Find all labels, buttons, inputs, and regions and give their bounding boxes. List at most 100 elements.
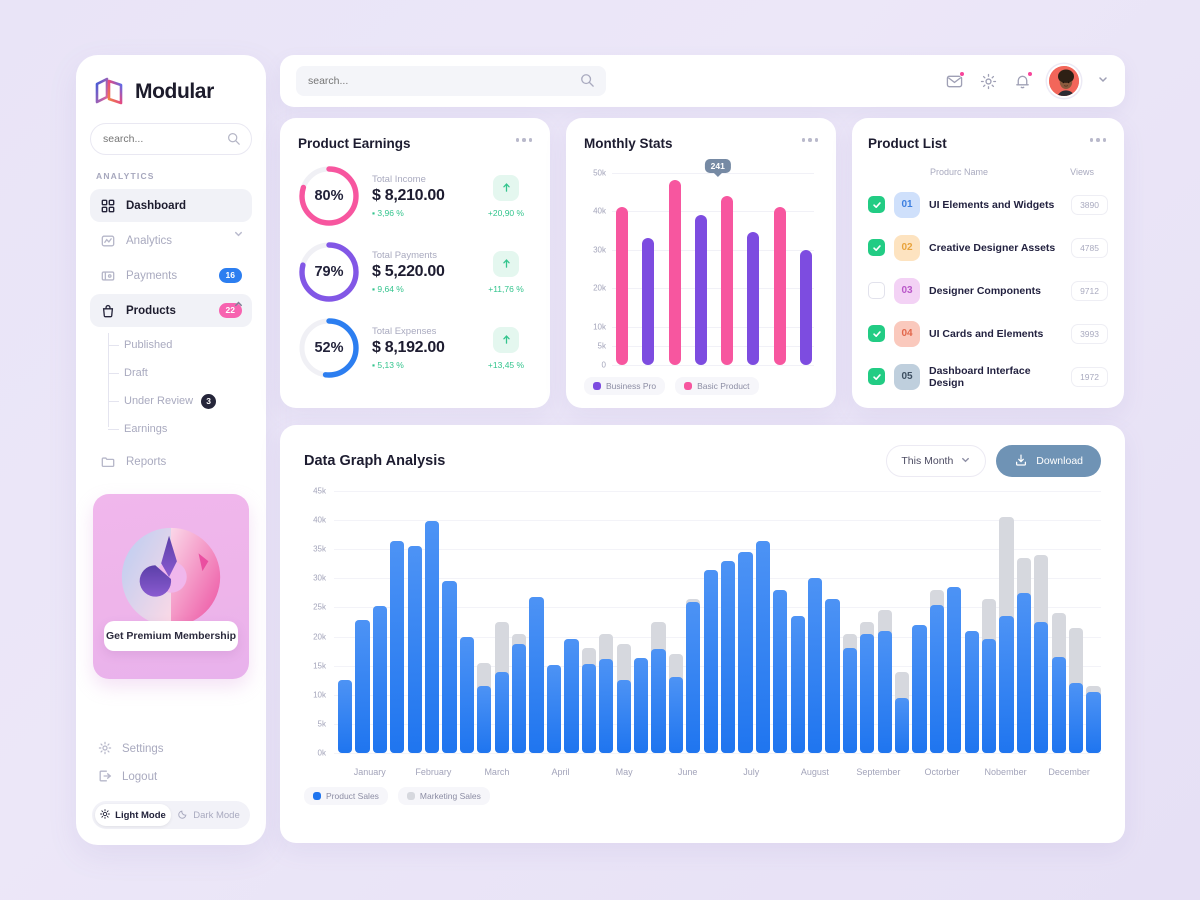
row-checkbox[interactable] — [868, 368, 885, 385]
bar-column[interactable] — [895, 491, 910, 753]
get-premium-button[interactable]: Get Premium Membership — [104, 621, 238, 651]
bar-column[interactable] — [982, 491, 997, 753]
subnav-item-published[interactable]: Published — [108, 331, 252, 359]
bar-column[interactable] — [599, 491, 614, 753]
sidebar-item-analytics[interactable]: Analytics — [90, 224, 252, 257]
bar-column[interactable] — [686, 491, 701, 753]
bar[interactable] — [668, 180, 681, 365]
more-options-icon[interactable] — [515, 138, 532, 142]
global-search-input[interactable] — [308, 75, 594, 87]
bar-column[interactable] — [947, 491, 962, 753]
bar-column[interactable] — [929, 491, 945, 753]
period-select[interactable]: This Month — [886, 445, 987, 477]
bar[interactable] — [799, 249, 812, 365]
user-avatar[interactable] — [1047, 64, 1081, 98]
bar[interactable] — [694, 215, 707, 365]
y-axis-tick: 30k — [593, 245, 606, 255]
bar-column[interactable] — [512, 491, 527, 753]
table-row[interactable]: 03 Designer Components 9712 — [868, 269, 1108, 312]
bar-column[interactable] — [616, 491, 631, 753]
bar-column[interactable] — [338, 491, 353, 753]
bar-column[interactable] — [477, 491, 492, 753]
premium-promo-card[interactable]: Get Premium Membership — [93, 494, 249, 679]
more-options-icon[interactable] — [1089, 138, 1106, 142]
legend-item[interactable]: Marketing Sales — [397, 787, 490, 805]
sidebar-item-payments[interactable]: Payments 16 — [90, 259, 252, 292]
bar-column[interactable] — [407, 491, 422, 753]
bar-column[interactable] — [494, 491, 509, 753]
bar-column[interactable] — [390, 491, 405, 753]
row-checkbox[interactable] — [868, 196, 885, 213]
subnav-item-under-review[interactable]: Under Review 3 — [108, 387, 252, 415]
global-search[interactable] — [296, 66, 606, 96]
sidebar-search[interactable] — [90, 123, 252, 155]
subnav-item-draft[interactable]: Draft — [108, 359, 252, 387]
bar[interactable] — [616, 207, 628, 365]
more-options-icon[interactable] — [801, 138, 818, 142]
bar-column[interactable] — [825, 491, 840, 753]
bar-column[interactable] — [564, 491, 579, 753]
sidebar-item-reports[interactable]: Reports — [90, 445, 252, 478]
bar-column[interactable] — [1016, 491, 1032, 753]
gear-icon[interactable] — [979, 72, 997, 90]
bar[interactable] — [721, 195, 734, 365]
sidebar-item-products[interactable]: Products 22 — [90, 294, 252, 327]
bar-column[interactable] — [790, 491, 805, 753]
dark-mode-option[interactable]: Dark Mode — [171, 804, 247, 826]
bar-column[interactable] — [651, 491, 666, 753]
sidebar-search-input[interactable] — [103, 133, 239, 145]
bar-column[interactable] — [912, 491, 927, 753]
legend-item[interactable]: Product Sales — [304, 787, 388, 805]
bar-column[interactable] — [668, 491, 683, 753]
table-row[interactable]: 05 Dashboard Interface Design 1972 — [868, 355, 1108, 398]
table-row[interactable]: 04 UI Cards and Elements 3993 — [868, 312, 1108, 355]
table-row[interactable]: 01 UI Elements and Widgets 3890 — [868, 183, 1108, 226]
bar-column[interactable] — [1034, 491, 1049, 753]
row-checkbox[interactable] — [868, 282, 885, 299]
bar-column[interactable] — [773, 491, 788, 753]
brand-logo[interactable]: Modular — [90, 55, 252, 123]
sidebar-item-settings[interactable]: Settings — [90, 735, 252, 763]
row-checkbox[interactable] — [868, 325, 885, 342]
bar-column[interactable] — [807, 491, 823, 753]
bar-column[interactable] — [860, 491, 875, 753]
bar-column[interactable] — [1051, 491, 1066, 753]
bar-column[interactable] — [877, 491, 892, 753]
bar[interactable] — [747, 232, 760, 365]
bar-column[interactable] — [546, 491, 562, 753]
subnav-item-earnings[interactable]: Earnings — [108, 415, 252, 443]
bar-column[interactable] — [459, 491, 475, 753]
bar-column[interactable] — [720, 491, 736, 753]
bar-column[interactable] — [999, 491, 1014, 753]
bar-column[interactable] — [529, 491, 544, 753]
bar[interactable] — [773, 207, 786, 365]
bar-column[interactable] — [1086, 491, 1101, 753]
download-button[interactable]: Download — [996, 445, 1101, 477]
bar-column[interactable] — [738, 491, 753, 753]
bar-column[interactable] — [755, 491, 770, 753]
bar-column[interactable] — [633, 491, 649, 753]
table-row[interactable]: 02 Creative Designer Assets 4785 — [868, 226, 1108, 269]
chevron-up-icon[interactable] — [233, 298, 244, 312]
theme-toggle[interactable]: Light Mode Dark Mode — [92, 801, 250, 829]
bar-column[interactable] — [372, 491, 388, 753]
bar-column[interactable] — [442, 491, 457, 753]
legend-item[interactable]: Business Pro — [584, 377, 666, 395]
chevron-down-icon[interactable] — [233, 228, 244, 242]
bar-column[interactable] — [703, 491, 718, 753]
sidebar-item-logout[interactable]: Logout — [90, 763, 252, 791]
legend-item[interactable]: Basic Product — [675, 377, 759, 395]
row-checkbox[interactable] — [868, 239, 885, 256]
bell-icon[interactable] — [1013, 71, 1033, 90]
bar[interactable] — [642, 238, 655, 365]
bar-column[interactable] — [355, 491, 370, 753]
bar-column[interactable] — [964, 491, 979, 753]
bar-column[interactable] — [842, 491, 857, 753]
sidebar-item-dashboard[interactable]: Dashboard — [90, 189, 252, 222]
chevron-down-icon[interactable] — [1097, 72, 1109, 90]
light-mode-option[interactable]: Light Mode — [95, 804, 171, 826]
bar-column[interactable] — [581, 491, 596, 753]
mail-icon[interactable] — [945, 71, 965, 90]
bar-column[interactable] — [1069, 491, 1084, 753]
bar-column[interactable] — [425, 491, 440, 753]
